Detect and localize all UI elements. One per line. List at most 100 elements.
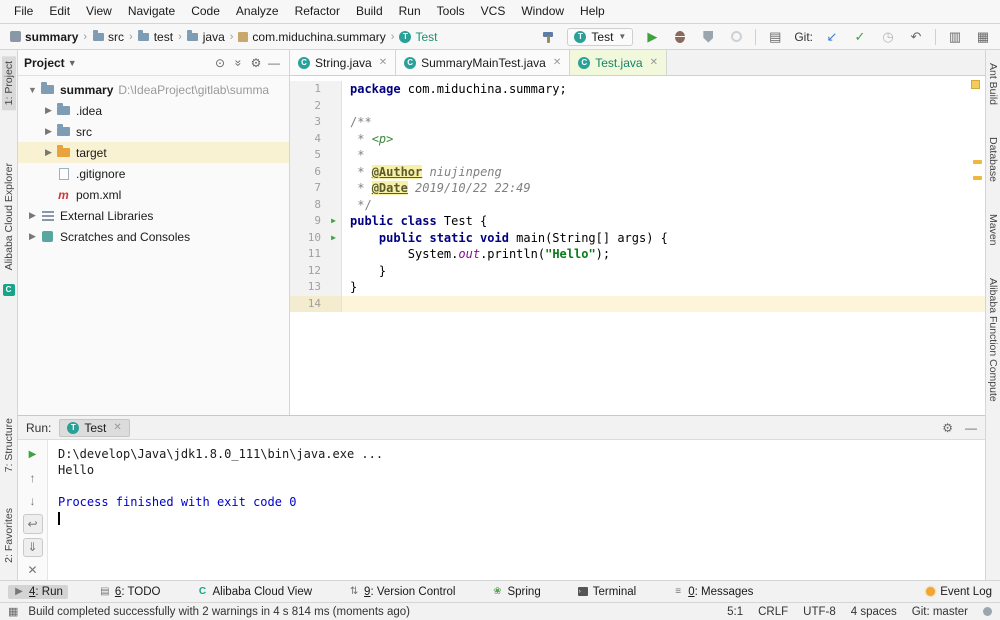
git-update-button[interactable]: ↙	[823, 28, 841, 46]
project-panel-title[interactable]: Project	[24, 56, 65, 70]
breadcrumb-item-java[interactable]: java	[185, 29, 227, 44]
code-line-2[interactable]: 2	[290, 97, 985, 114]
git-history-button[interactable]: ◷	[879, 28, 897, 46]
breadcrumb-item-summary[interactable]: summary	[8, 30, 80, 44]
build-hammer-icon[interactable]	[539, 28, 557, 46]
chevron-down-icon[interactable]: ▼	[68, 58, 77, 68]
status-5-1[interactable]: 5:1	[727, 606, 743, 618]
code-line-12[interactable]: 12 }	[290, 262, 985, 279]
alibaba-cloud-icon[interactable]: C	[2, 283, 15, 296]
close-icon[interactable]: ✕	[379, 57, 387, 68]
chevron-right-icon[interactable]: ▶	[42, 147, 55, 158]
warning-stripe-mark[interactable]	[973, 176, 982, 180]
stripe-1-project[interactable]: 1: Project	[1, 56, 16, 111]
tree-item-external-libraries[interactable]: ▶ External Libraries	[18, 205, 289, 226]
coverage-button[interactable]	[699, 28, 717, 46]
code-line-6[interactable]: 6 * @Author niujinpeng	[290, 163, 985, 180]
hector-icon[interactable]	[983, 607, 992, 616]
run-configuration-select[interactable]: T Test ▼	[567, 27, 634, 46]
breadcrumb-item-test[interactable]: T Test	[397, 30, 439, 44]
breadcrumb-item-src[interactable]: src	[90, 29, 126, 44]
stripe-alibaba-cloud-explorer[interactable]: Alibaba Cloud Explorer	[2, 158, 16, 275]
code-line-9[interactable]: 9 ▶ public class Test {	[290, 213, 985, 230]
toolwindow-button-spring[interactable]: ❀ Spring	[486, 585, 545, 599]
menu-analyze[interactable]: Analyze	[228, 0, 287, 23]
code-line-10[interactable]: 10 ▶ public static void main(String[] arg…	[290, 229, 985, 247]
code-line-3[interactable]: 3 /**	[290, 114, 985, 131]
stripe-maven[interactable]: Maven	[986, 209, 1000, 251]
toolwindow-button-terminal[interactable]: › Terminal	[572, 585, 641, 599]
close-icon[interactable]: ✕	[650, 57, 658, 68]
editor-tab-string-java[interactable]: C String.java ✕	[290, 50, 397, 75]
inspection-indicator[interactable]	[971, 80, 980, 89]
menu-code[interactable]: Code	[183, 0, 228, 23]
status-crlf[interactable]: CRLF	[758, 606, 788, 618]
run-line-marker[interactable]: ▶	[326, 230, 341, 247]
changes-list-icon[interactable]: ▥	[946, 28, 964, 46]
tool-window-switcher-icon[interactable]: ▦	[8, 605, 18, 618]
chevron-right-icon[interactable]: ▶	[42, 126, 55, 137]
code-line-14[interactable]: 14	[290, 295, 985, 312]
tree-item-scratches-and-consoles[interactable]: ▶ Scratches and Consoles	[18, 226, 289, 247]
hide-panel-icon[interactable]: —	[265, 54, 283, 72]
menu-refactor[interactable]: Refactor	[287, 0, 348, 23]
breadcrumb-item-test[interactable]: test	[136, 29, 175, 44]
code-line-13[interactable]: 13}	[290, 279, 985, 296]
code-line-5[interactable]: 5 *	[290, 147, 985, 164]
chevron-right-icon[interactable]: ▶	[26, 231, 39, 242]
chevron-down-icon[interactable]: ▼	[26, 85, 39, 95]
code-line-1[interactable]: 1 package com.miduchina.summary;	[290, 81, 985, 98]
scroll-to-end-icon[interactable]: ⇓	[22, 537, 43, 557]
structure-view-icon[interactable]: ▦	[974, 28, 992, 46]
locate-file-icon[interactable]: ⊙	[211, 54, 229, 72]
profiler-button[interactable]	[727, 28, 745, 46]
run-button[interactable]: ▶	[643, 28, 661, 46]
menu-file[interactable]: File	[6, 0, 41, 23]
menu-vcs[interactable]: VCS	[473, 0, 514, 23]
run-line-marker[interactable]: ▶	[326, 213, 341, 230]
close-icon[interactable]: ✕	[113, 422, 121, 433]
toolwindow-button-run[interactable]: ▶ 4: Run	[8, 584, 68, 599]
clear-console-icon[interactable]: ✕	[23, 561, 43, 580]
tree-item-target[interactable]: ▶ target	[18, 142, 289, 163]
menu-help[interactable]: Help	[572, 0, 613, 23]
debug-button[interactable]	[671, 28, 689, 46]
event-log-button[interactable]: Event Log	[926, 586, 992, 598]
toolwindow-button-version-control[interactable]: ⇅ 9: Version Control	[343, 585, 460, 599]
menu-edit[interactable]: Edit	[41, 0, 78, 23]
code-line-8[interactable]: 8 */	[290, 196, 985, 213]
git-commit-button[interactable]: ✓	[851, 28, 869, 46]
status-message[interactable]: Build completed successfully with 2 warn…	[28, 606, 410, 618]
stripe-7-structure[interactable]: 7: Structure	[2, 413, 16, 477]
chevron-right-icon[interactable]: ▶	[42, 105, 55, 116]
tree-item-pom-xml[interactable]: m pom.xml	[18, 184, 289, 205]
run-tab[interactable]: T Test ✕	[59, 418, 130, 437]
close-icon[interactable]: ✕	[553, 57, 561, 68]
code-line-11[interactable]: 11 System.out.println("Hello");	[290, 246, 985, 263]
chevron-right-icon[interactable]: ▶	[26, 210, 39, 221]
toolwindow-button-messages[interactable]: ≡ 0: Messages	[667, 585, 758, 599]
code-line-4[interactable]: 4 * <p>	[290, 130, 985, 147]
breadcrumb-item-com-miduchina-summary[interactable]: com.miduchina.summary	[236, 30, 387, 44]
tree-item-idea[interactable]: ▶ .idea	[18, 100, 289, 121]
rerun-button[interactable]: ▶	[23, 445, 43, 464]
soft-wrap-icon[interactable]: ↩	[22, 514, 43, 534]
tree-item-gitignore[interactable]: .gitignore	[18, 163, 289, 184]
stripe-ant-build[interactable]: Ant Build	[986, 58, 1000, 110]
status-utf-8[interactable]: UTF-8	[803, 606, 836, 618]
editor-tab-test-java[interactable]: C Test.java ✕	[570, 50, 667, 75]
status-git-master[interactable]: Git: master	[912, 606, 968, 618]
step-up-icon[interactable]: ↑	[23, 468, 43, 487]
run-settings-gear-icon[interactable]: ⚙	[942, 421, 953, 435]
editor-tab-summarymaintest-java[interactable]: C SummaryMainTest.java ✕	[396, 50, 571, 75]
tree-item-summary[interactable]: ▼ summary D:\IdeaProject\gitlab\summa	[18, 79, 289, 100]
menu-run[interactable]: Run	[391, 0, 429, 23]
hide-run-panel-icon[interactable]: —	[965, 421, 977, 435]
status-4-spaces[interactable]: 4 spaces	[851, 606, 897, 618]
code-editor[interactable]: 1 package com.miduchina.summary; 2 3/** 4 * …	[290, 76, 985, 415]
warning-stripe-mark[interactable]	[973, 160, 982, 164]
menu-tools[interactable]: Tools	[429, 0, 473, 23]
code-line-7[interactable]: 7 * @Date 2019/10/22 22:49	[290, 180, 985, 197]
stripe-alibaba-function-compute[interactable]: Alibaba Function Compute	[986, 273, 1000, 407]
toolwindow-button-alibaba-cloud-view[interactable]: C Alibaba Cloud View	[192, 585, 318, 599]
